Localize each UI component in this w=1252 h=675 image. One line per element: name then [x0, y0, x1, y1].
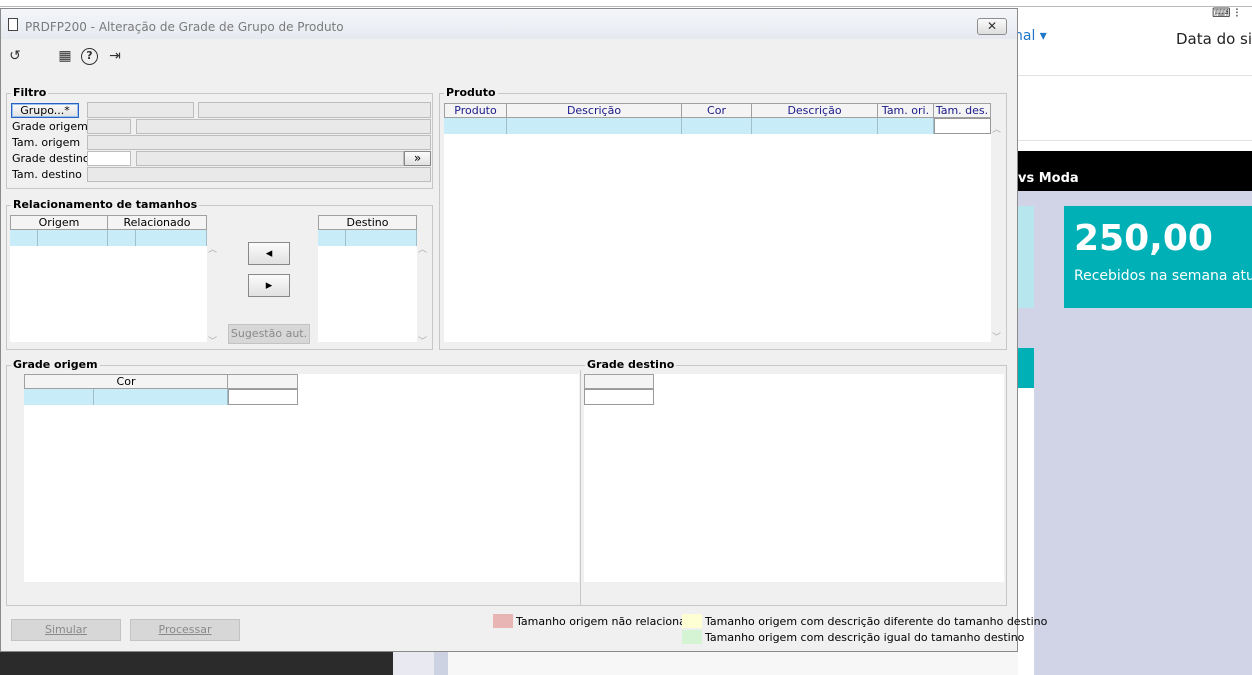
tam-origem-label: Tam. origem [12, 136, 81, 149]
legend-text: Tamanho origem não relacionado [516, 615, 700, 628]
relacionamento-group: Relacionamento de tamanhos Origem Relaci… [6, 198, 433, 350]
exit-icon[interactable]: ⇥ [106, 47, 124, 65]
grade-origem-label: Grade origem [12, 120, 88, 133]
table-cell[interactable] [136, 230, 207, 246]
produto-title: Produto [444, 86, 498, 99]
produto-group: Produto Produto Descrição Cor Descrição … [439, 86, 1007, 350]
title-bar[interactable]: PRDFP200 - Alteração de Grade de Grupo d… [1, 9, 1017, 39]
scroll-up-icon[interactable]: ︿ [992, 122, 1001, 135]
table-cell[interactable] [346, 230, 417, 246]
dialog-window: PRDFP200 - Alteração de Grade de Grupo d… [0, 8, 1047, 652]
document-icon [8, 18, 18, 31]
tam-destino-field[interactable] [87, 167, 431, 182]
legend-swatch-not-related [493, 614, 513, 628]
help-icon[interactable]: ? [81, 48, 98, 65]
toolbar: ↺ ▦ ? ⇥ [1, 39, 1017, 71]
table-cell[interactable] [318, 230, 346, 246]
tam-origem-field[interactable] [87, 135, 431, 150]
table-cell[interactable] [24, 389, 94, 405]
scroll-up-icon[interactable]: ︿ [418, 242, 427, 255]
scroll-down-icon[interactable]: ﹀ [418, 334, 427, 347]
table-cell[interactable] [38, 230, 108, 246]
column-header[interactable]: Origem [10, 215, 108, 230]
grupo-description-field[interactable] [198, 102, 431, 118]
background-menu[interactable]: nal ▾ [1014, 28, 1047, 44]
column-header[interactable]: Tam. ori. [878, 103, 934, 118]
grade-destino-title: Grade destino [585, 358, 677, 371]
background-date-label: Data do sist [1176, 30, 1252, 48]
legend-text: Tamanho origem com descrição diferente d… [705, 615, 1048, 628]
column-header[interactable]: Descrição [752, 103, 878, 118]
legend-swatch-equal [682, 630, 702, 644]
table-cell[interactable] [94, 389, 228, 405]
table-cell[interactable] [878, 118, 934, 134]
table-cell[interactable] [682, 118, 752, 134]
background-card-partial [1018, 206, 1034, 308]
refresh-icon[interactable]: ↺ [6, 47, 24, 65]
grade-origem-title: Grade origem [11, 358, 100, 371]
background-header-text: vs Moda [1018, 171, 1079, 186]
grade-destino-code-field[interactable] [87, 151, 131, 166]
move-left-button[interactable]: ◂ [248, 242, 290, 265]
background-stat-card: 250,00 Recebidos na semana atua [1064, 206, 1252, 308]
grupo-button[interactable]: Grupo...* [11, 103, 79, 118]
table-cell[interactable] [507, 118, 682, 134]
tam-destino-label: Tam. destino [12, 168, 82, 181]
column-header[interactable]: Produto [444, 103, 507, 118]
scroll-up-icon[interactable]: ︿ [208, 242, 217, 255]
background-divider [1018, 140, 1252, 141]
grade-destino-description-field[interactable] [136, 151, 404, 166]
destino-grid[interactable]: Destino [318, 215, 417, 342]
background-bottom-dark [0, 652, 393, 675]
background-bottom-white [448, 652, 1018, 675]
legend-text: Tamanho origem com descrição igual do ta… [705, 631, 1025, 644]
calendar-icon[interactable]: ▦ [56, 47, 74, 65]
filtro-title: Filtro [11, 86, 49, 99]
stat-card-label: Recebidos na semana atua [1074, 268, 1252, 284]
background-divider [1018, 75, 1252, 76]
column-header[interactable]: Tam. des. [934, 103, 991, 118]
grade-origem-grid[interactable]: Cor [24, 374, 579, 582]
stat-card-value: 250,00 [1074, 218, 1213, 259]
filtro-group: Filtro Grupo...* Grade origem Tam. orige… [6, 86, 433, 189]
origem-grid[interactable]: Origem Relacionado [10, 215, 207, 342]
divider [580, 370, 581, 605]
table-cell[interactable] [934, 118, 991, 134]
column-header[interactable]: Relacionado [108, 215, 207, 230]
column-header[interactable]: Cor [24, 374, 228, 389]
background-teal-strip [1018, 348, 1034, 388]
column-header[interactable] [228, 374, 298, 389]
grupo-code-field[interactable] [87, 102, 194, 118]
relacionamento-title: Relacionamento de tamanhos [11, 198, 200, 211]
grade-destino-label: Grade destino [12, 152, 90, 165]
table-cell[interactable] [108, 230, 136, 246]
grade-destino-browse-button[interactable]: » [404, 151, 431, 166]
keyboard-icon[interactable]: ⌨ ⁝ [1212, 6, 1239, 21]
table-cell[interactable] [10, 230, 38, 246]
table-cell[interactable] [752, 118, 878, 134]
table-cell[interactable] [228, 389, 298, 405]
grade-destino-grid[interactable] [584, 374, 1004, 582]
legend-swatch-different [682, 614, 702, 628]
grades-group: Grade origem Grade destino Cor [6, 358, 1007, 606]
chevron-down-icon: ▾ [1039, 28, 1047, 44]
grade-origem-description-field[interactable] [136, 119, 431, 134]
sugestao-button[interactable]: Sugestão aut. [228, 324, 310, 344]
move-right-button[interactable]: ▸ [248, 274, 290, 297]
column-header[interactable]: Cor [682, 103, 752, 118]
dialog-title: PRDFP200 - Alteração de Grade de Grupo d… [25, 20, 344, 34]
close-button[interactable]: ✕ [977, 18, 1007, 35]
scroll-down-icon[interactable]: ﹀ [208, 334, 217, 347]
grade-origem-code-field[interactable] [87, 119, 131, 134]
column-header[interactable]: Descrição [507, 103, 682, 118]
column-header[interactable] [584, 374, 654, 389]
simular-button[interactable]: Simular [11, 619, 121, 641]
table-cell[interactable] [584, 389, 654, 405]
table-cell[interactable] [444, 118, 507, 134]
background-top-strip [0, 0, 1252, 7]
processar-button[interactable]: Processar [130, 619, 240, 641]
produto-grid[interactable]: Produto Descrição Cor Descrição Tam. ori… [444, 103, 991, 342]
scroll-down-icon[interactable]: ﹀ [992, 330, 1001, 343]
column-header[interactable]: Destino [318, 215, 417, 230]
